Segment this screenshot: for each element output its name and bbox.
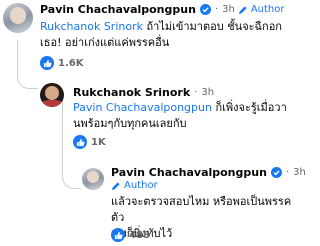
dot-separator: · — [194, 87, 198, 98]
comment-body: Rukchanok Srinork ถ้าไม่เข้ามาตอบ ชั้นจะ… — [40, 19, 295, 51]
author-badge: Author — [250, 4, 285, 15]
mention-link[interactable]: Rukchanok Srinork — [40, 20, 143, 33]
avatar[interactable] — [82, 168, 104, 190]
verified-badge-icon — [199, 4, 211, 15]
dot-separator: · — [214, 4, 219, 15]
mention-link[interactable]: Pavin Chachavalpongpun — [73, 101, 212, 114]
comment-body: Pavin Chachavalpongpun ก็เพิ่งจะรู้เมื่อ… — [73, 100, 298, 132]
like-count: 488 — [129, 229, 150, 241]
dot-separator: · — [285, 167, 290, 178]
comment-time[interactable]: 3h — [201, 87, 214, 98]
reaction-summary[interactable]: 1.6K — [40, 56, 83, 70]
author-name[interactable]: Pavin Chachavalpongpun — [111, 166, 267, 179]
comment-header: Pavin Chachavalpongpun · 3h — [111, 166, 306, 179]
thread-connector-curve — [17, 68, 38, 89]
comment-text-line2: นพร้อมๆกับทุกคนเลยกับ — [73, 117, 187, 130]
comment-header: Rukchanok Srinork · 3h — [73, 86, 214, 99]
comment-text: ก็เพิ่งจะรู้เมื่อวา — [211, 101, 287, 114]
pencil-icon — [112, 181, 120, 190]
comment-text-line1: แล้วจะตรวจสอบไหม หรือพอเป็นพรรคตัว — [111, 195, 292, 224]
comment-time[interactable]: 3h — [222, 4, 235, 15]
like-count: 1.6K — [58, 57, 84, 69]
thumbs-up-icon — [73, 135, 87, 149]
author-badge-row: Author — [111, 180, 158, 191]
author-badge: Author — [124, 180, 158, 191]
author-name[interactable]: Pavin Chachavalpongpun — [40, 3, 196, 16]
comment-text-line2: เธอ! อย่าเก่งแต่แค่พรรคอื่น — [40, 36, 170, 49]
avatar[interactable] — [40, 83, 64, 107]
reaction-summary[interactable]: 488 — [111, 228, 150, 242]
reaction-summary[interactable]: 1K — [73, 135, 106, 149]
thumbs-up-icon — [111, 228, 125, 242]
thread-connector-nested — [62, 100, 63, 170]
thread-connector — [17, 40, 18, 68]
like-count: 1K — [91, 136, 106, 148]
author-name[interactable]: Rukchanok Srinork — [73, 86, 190, 99]
avatar[interactable] — [3, 3, 33, 33]
thread-connector-nested-curve — [62, 170, 81, 189]
comment-text: ถ้าไม่เข้ามาตอบ ชั้นจะฉีกอก — [142, 20, 282, 33]
pencil-icon — [238, 5, 247, 14]
comment-time[interactable]: 3h — [293, 167, 306, 178]
thumbs-up-icon — [40, 56, 54, 70]
comment-header: Pavin Chachavalpongpun · 3h Author — [40, 3, 285, 16]
verified-badge-icon — [270, 167, 282, 178]
